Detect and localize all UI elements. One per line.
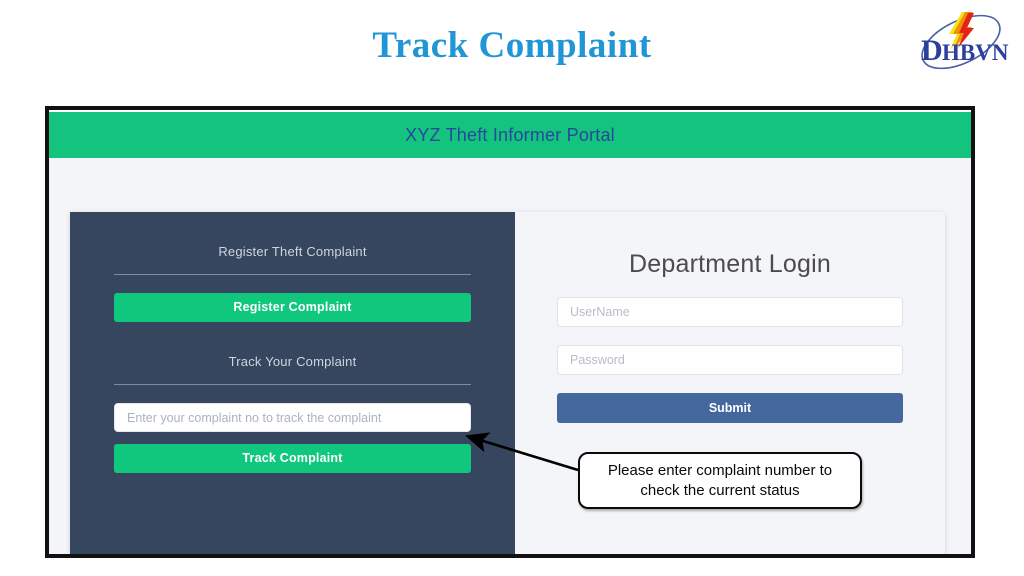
annotation-callout: Please enter complaint number to check t… [578, 452, 862, 509]
portal-header-bar: XYZ Theft Informer Portal [49, 112, 971, 158]
dhbvn-logo: D HBVN [904, 6, 1016, 76]
track-complaint-button[interactable]: Track Complaint [114, 444, 471, 473]
logo-letters-hbvn: HBVN [942, 40, 1009, 65]
department-login-heading: Department Login [629, 250, 831, 278]
username-field[interactable] [557, 297, 903, 327]
logo-letter-d: D [921, 34, 943, 67]
annotation-callout-text: Please enter complaint number to check t… [607, 461, 833, 499]
password-field[interactable] [557, 345, 903, 375]
submit-button[interactable]: Submit [557, 393, 903, 423]
register-complaint-button[interactable]: Register Complaint [114, 293, 471, 322]
portal-title: XYZ Theft Informer Portal [405, 124, 615, 145]
register-complaint-heading: Register Theft Complaint [218, 244, 367, 259]
complaint-panel: Register Theft Complaint Register Compla… [70, 212, 515, 554]
register-divider [114, 274, 471, 275]
page-title: Track Complaint [372, 25, 652, 66]
track-divider [114, 384, 471, 385]
track-complaint-heading: Track Your Complaint [228, 354, 357, 369]
complaint-number-input[interactable] [114, 403, 471, 432]
